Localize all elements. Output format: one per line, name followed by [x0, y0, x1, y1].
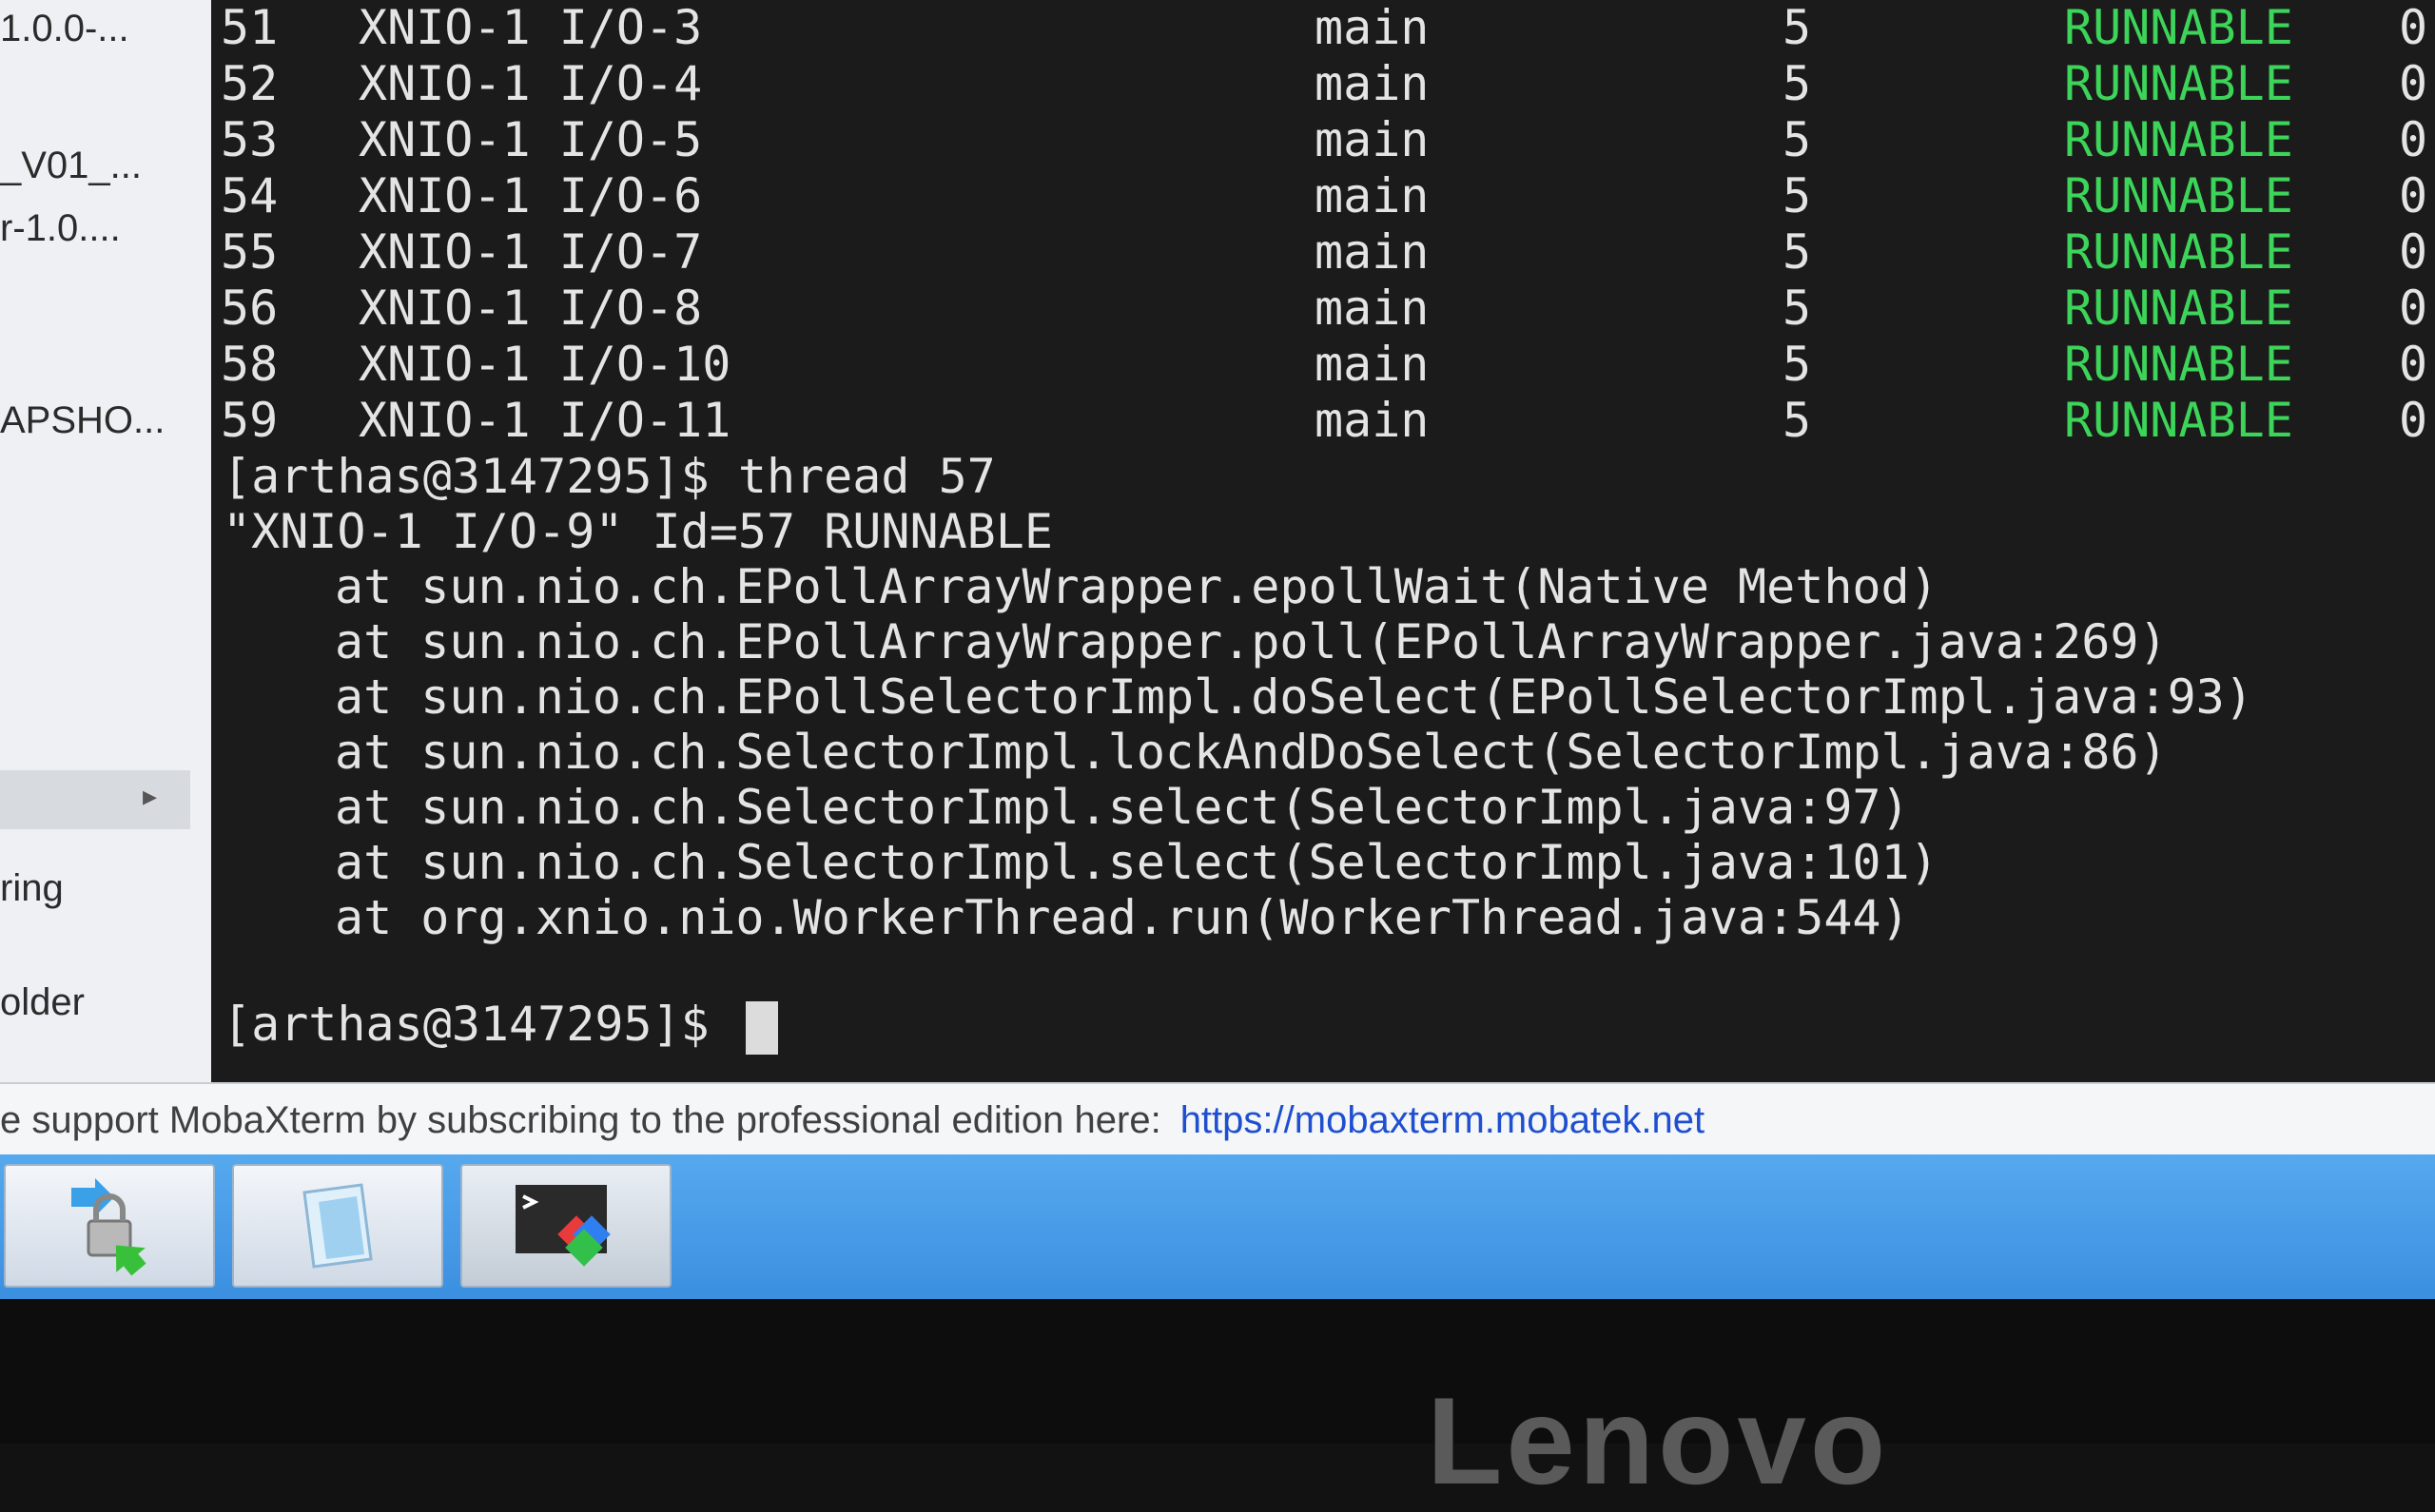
taskbar-document-button[interactable]	[232, 1164, 443, 1288]
thread-priority: 5	[1782, 281, 1812, 336]
monitor-brand-logo: Lenovo	[1427, 1371, 1890, 1510]
thread-name: XNIO-1 I/O-7	[359, 224, 703, 280]
thread-state: RUNNABLE	[2064, 56, 2293, 111]
sidebar-file[interactable]: 1.0.0-...	[0, 8, 129, 50]
stack-frame: at sun.nio.ch.EPollArrayWrapper.poll(EPo…	[335, 614, 2168, 669]
thread-group: main	[1315, 224, 1430, 280]
stack-frame: at sun.nio.ch.SelectorImpl.select(Select…	[335, 835, 1938, 890]
thread-state: RUNNABLE	[2064, 0, 2293, 55]
stack-frame: at sun.nio.ch.EPollSelectorImpl.doSelect…	[335, 669, 2253, 725]
stack-frame: at org.xnio.nio.WorkerThread.run(WorkerT…	[335, 890, 1910, 945]
thread-name: XNIO-1 I/O-5	[359, 112, 703, 167]
sidebar-file[interactable]: r-1.0....	[0, 207, 121, 250]
thread-cpu: 0.0	[2399, 393, 2435, 448]
document-icon	[302, 1183, 373, 1269]
thread-priority: 5	[1782, 56, 1812, 111]
terminal-window[interactable]: 51 XNIO-1 I/O-3 main 5 RUNNABLE 0. 52 XNIO-1 I/…	[211, 0, 2435, 1082]
stack-frame: at sun.nio.ch.SelectorImpl.lockAndDoSele…	[335, 725, 2168, 780]
thread-cpu: 0.	[2399, 56, 2435, 111]
thread-priority: 5	[1782, 0, 1812, 55]
thread-priority: 5	[1782, 112, 1812, 167]
text-cursor	[745, 1000, 778, 1055]
prompt-text: [arthas@3147295]$	[223, 997, 738, 1052]
thread-group: main	[1315, 0, 1430, 55]
taskbar	[0, 1154, 2435, 1299]
thread-group: main	[1315, 281, 1430, 336]
thread-id: 53	[221, 112, 279, 167]
sidebar-file[interactable]: older	[0, 981, 85, 1024]
thread-group: main	[1315, 56, 1430, 111]
thread-state: RUNNABLE	[2064, 168, 2293, 223]
stack-frame: at sun.nio.ch.SelectorImpl.select(Select…	[335, 780, 1910, 835]
thread-state: RUNNABLE	[2064, 281, 2293, 336]
thread-name: XNIO-1 I/O-10	[359, 337, 731, 392]
thread-priority: 5	[1782, 337, 1812, 392]
thread-cpu: 0.	[2399, 168, 2435, 223]
taskbar-network-button[interactable]	[4, 1164, 215, 1288]
thread-cpu: 0.0	[2399, 337, 2435, 392]
thread-name: XNIO-1 I/O-3	[359, 0, 703, 55]
thread-id: 59	[221, 393, 279, 448]
thread-priority: 5	[1782, 168, 1812, 223]
support-message: e support MobaXterm by subscribing to th…	[0, 1099, 1161, 1141]
taskbar-mobaxterm-button[interactable]	[460, 1164, 672, 1288]
thread-state: RUNNABLE	[2064, 337, 2293, 392]
thread-id: 58	[221, 337, 279, 392]
file-sidebar: 1.0.0-... _V01_... r-1.0.... APSHO... ▸ …	[0, 0, 213, 1082]
thread-name: XNIO-1 I/O-11	[359, 393, 731, 448]
thread-id: 55	[221, 224, 279, 280]
mobatek-link[interactable]: https://mobaxterm.mobatek.net	[1180, 1099, 1704, 1141]
thread-group: main	[1315, 168, 1430, 223]
monitor-bezel	[0, 1299, 2435, 1444]
thread-id: 54	[221, 168, 279, 223]
thread-id: 56	[221, 281, 279, 336]
thread-state: RUNNABLE	[2064, 393, 2293, 448]
stack-frame: at sun.nio.ch.EPollArrayWrapper.epollWai…	[335, 559, 1938, 614]
thread-cpu: 0.0	[2399, 281, 2435, 336]
thread-name: XNIO-1 I/O-6	[359, 168, 703, 223]
thread-group: main	[1315, 112, 1430, 167]
thread-id: 51	[221, 0, 279, 55]
thread-cpu: 0.	[2399, 0, 2435, 55]
thread-name: XNIO-1 I/O-4	[359, 56, 703, 111]
thread-id: 52	[221, 56, 279, 111]
thread-priority: 5	[1782, 393, 1812, 448]
status-bar: e support MobaXterm by subscribing to th…	[0, 1082, 2435, 1156]
sidebar-file[interactable]: _V01_...	[0, 145, 142, 187]
prompt-line[interactable]: [arthas@3147295]$	[223, 997, 778, 1055]
sidebar-selected-row[interactable]	[0, 770, 190, 829]
thread-state: RUNNABLE	[2064, 224, 2293, 280]
network-lock-icon	[71, 1178, 146, 1276]
expand-arrow-icon[interactable]: ▸	[143, 780, 157, 813]
thread-priority: 5	[1782, 224, 1812, 280]
thread-header: "XNIO-1 I/O-9" Id=57 RUNNABLE	[223, 504, 1053, 559]
thread-group: main	[1315, 337, 1430, 392]
thread-group: main	[1315, 393, 1430, 448]
thread-name: XNIO-1 I/O-8	[359, 281, 703, 336]
sidebar-file[interactable]: ring	[0, 867, 64, 910]
mobaxterm-icon	[516, 1185, 611, 1267]
thread-cpu: 0.	[2399, 224, 2435, 280]
thread-state: RUNNABLE	[2064, 112, 2293, 167]
sidebar-file[interactable]: APSHO...	[0, 399, 165, 442]
thread-cpu: 0.	[2399, 112, 2435, 167]
command-line: [arthas@3147295]$ thread 57	[223, 449, 996, 504]
